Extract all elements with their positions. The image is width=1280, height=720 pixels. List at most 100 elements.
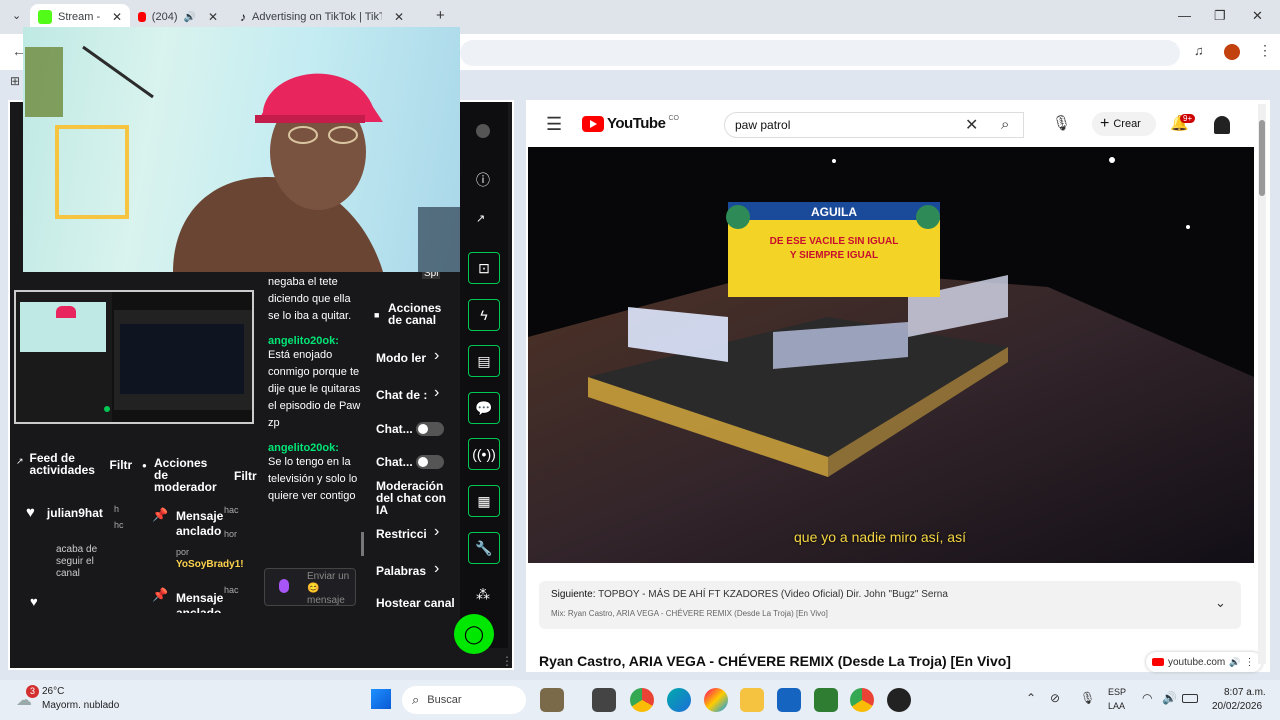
feed-time-2: hc	[114, 520, 124, 530]
weather-temp: 26°C	[42, 686, 65, 697]
help-chat-fab[interactable]: ◯	[454, 614, 494, 654]
minimize-icon[interactable]: —	[1178, 8, 1191, 23]
chat-username[interactable]: angelito20ok:	[268, 335, 339, 347]
video-frame: AGUILA DE ESE VACILE SIN IGUAL Y SIEMPRE…	[528, 147, 1254, 563]
chevron-right-icon[interactable]: ›	[434, 384, 439, 402]
wrench-button[interactable]: 🔧	[468, 532, 500, 564]
up-next-panel[interactable]: Siguiente: TOPBOY - MÁS DE AHÍ FT KZADOR…	[539, 581, 1241, 629]
words-item[interactable]: Palabras	[376, 564, 426, 578]
store-icon[interactable]	[777, 688, 801, 712]
avatar[interactable]	[476, 124, 490, 138]
notepad-icon[interactable]	[814, 688, 838, 712]
media-control-icon[interactable]: ♫	[1194, 43, 1204, 58]
restrictions-item[interactable]: Restricci	[376, 527, 428, 541]
file-explorer-icon[interactable]	[740, 688, 764, 712]
tab-search-chevron-icon[interactable]: ⌄	[12, 9, 21, 22]
chat-toggle-switch[interactable]	[416, 422, 444, 436]
stream-preview-thumbnail[interactable]	[14, 290, 254, 424]
domain-label: youtube.com	[1168, 656, 1226, 668]
youtube-page: ☰ YouTube CO paw patrol ✕ ⌕ 🎙 + Crear 🔔 …	[526, 100, 1270, 672]
activity-filter-button[interactable]: Filtr	[110, 458, 133, 472]
apps-icon[interactable]: ⊞	[10, 74, 20, 88]
host-channel-item[interactable]: Hostear canal	[376, 596, 455, 610]
chat-username[interactable]: angelito20ok:	[268, 442, 339, 454]
volume-icon[interactable]: 🔊	[1162, 691, 1177, 705]
account-avatar[interactable]	[1214, 116, 1230, 134]
clock-date[interactable]: 20/02/2026	[1212, 701, 1262, 712]
language-1[interactable]: ESP	[1108, 687, 1126, 697]
pinned-by-label: por	[176, 547, 190, 557]
search-input[interactable]: paw patrol ✕ ⌕	[724, 112, 1024, 138]
hamburger-menu-icon[interactable]: ☰	[546, 114, 562, 135]
youtube-logo[interactable]: YouTube CO	[582, 115, 679, 132]
chrome-profile-icon[interactable]	[850, 688, 874, 712]
start-button[interactable]	[371, 689, 391, 709]
pinned-by-user[interactable]: YoSoyBrady1!	[176, 559, 254, 570]
chat-entry: angelito20ok: Se lo tengo en la televisi…	[268, 440, 364, 505]
layout-button[interactable]: ▦	[468, 485, 500, 517]
lightning-button[interactable]: ϟ	[468, 299, 500, 331]
youtube-logo-text: YouTube	[607, 115, 666, 132]
search-icon[interactable]: ⌕	[1001, 116, 1009, 133]
pinned-time: hac	[224, 585, 239, 595]
address-bar[interactable]	[460, 40, 1180, 66]
dot-icon: ●	[142, 461, 147, 470]
heart-icon: ♥	[26, 504, 35, 521]
wifi-icon[interactable]: ◠	[1142, 691, 1152, 705]
copilot-icon[interactable]	[704, 688, 728, 712]
chevron-right-icon[interactable]: ›	[434, 560, 439, 578]
chat-toggle-switch[interactable]	[416, 455, 444, 469]
window-close-icon[interactable]: ✕	[1252, 8, 1263, 24]
speaker-icon: 🔊	[1229, 656, 1241, 667]
maximize-icon[interactable]: ❐	[1214, 8, 1226, 24]
notes-button[interactable]: ▤	[468, 345, 500, 377]
settings-dots-icon[interactable]: ⁂	[476, 586, 490, 603]
edge-icon[interactable]	[667, 688, 691, 712]
clock-time[interactable]: 8:07 a.m.	[1224, 687, 1266, 698]
close-icon[interactable]: ✕	[112, 10, 122, 24]
pinned-time: hac	[224, 505, 239, 515]
chevron-right-icon[interactable]: ›	[434, 523, 439, 541]
page-scrollbar-thumb[interactable]	[1259, 120, 1265, 196]
panel-menu-icon[interactable]: ⋮	[501, 654, 513, 668]
create-button[interactable]: + Crear	[1092, 112, 1156, 136]
video-player[interactable]: AGUILA DE ESE VACILE SIN IGUAL Y SIEMPRE…	[528, 147, 1254, 563]
voice-search-icon[interactable]: 🎙	[1052, 114, 1071, 132]
widgets-icon[interactable]	[540, 688, 564, 712]
chat-button[interactable]: 💬	[468, 392, 500, 424]
screen-capture-button[interactable]: ⊡	[468, 252, 500, 284]
microphone-icon[interactable]	[279, 579, 289, 593]
tray-mic-icon[interactable]: 🎙	[1080, 691, 1095, 705]
chrome-icon[interactable]	[630, 688, 654, 712]
chat-mode-item[interactable]: Chat de :	[376, 388, 428, 402]
tray-chevron-icon[interactable]: ⌃	[1026, 691, 1036, 705]
task-view-icon[interactable]	[592, 688, 616, 712]
broadcast-button[interactable]: ((•))	[468, 438, 500, 470]
chevron-right-icon[interactable]: ›	[434, 347, 439, 365]
profile-avatar[interactable]	[1224, 44, 1240, 60]
app-icon[interactable]	[887, 688, 911, 712]
chat-scrollbar[interactable]	[361, 532, 364, 556]
new-tab-button[interactable]: +	[436, 7, 445, 24]
domain-pill[interactable]: youtube.com 🔊 ⋮	[1146, 652, 1262, 672]
feed-username[interactable]: julian9hat	[47, 506, 103, 520]
chevron-down-icon[interactable]: ⌄	[1215, 595, 1226, 611]
close-icon[interactable]: ✕	[208, 10, 218, 24]
ai-moderation-item[interactable]: Moderación del chat con IA	[376, 480, 450, 516]
speaker-icon[interactable]: 🔊	[183, 12, 195, 23]
info-icon[interactable]: ⓘ	[476, 170, 490, 190]
mod-filter-button[interactable]: Filtr	[234, 469, 257, 483]
battery-icon[interactable]	[1182, 694, 1198, 703]
collapse-icon[interactable]: ↗	[476, 212, 485, 225]
video-subtitle: que yo a nadie miro así, así	[794, 529, 966, 545]
close-icon[interactable]: ✕	[394, 10, 404, 24]
clear-search-icon[interactable]: ✕	[965, 115, 978, 135]
chat-input[interactable]: Enviar un 😊 mensaje	[264, 568, 356, 606]
more-icon[interactable]: ⋮	[1244, 657, 1254, 668]
language-2[interactable]: LAA	[1108, 701, 1125, 711]
reading-mode-item[interactable]: Modo ler	[376, 351, 428, 365]
chat-toggle-item: Chat...	[376, 422, 413, 436]
chrome-menu-icon[interactable]: ⋮	[1258, 42, 1272, 59]
taskbar-search[interactable]: ⌕ Buscar	[402, 686, 526, 714]
tray-app-icon[interactable]: ⊘	[1050, 691, 1060, 705]
